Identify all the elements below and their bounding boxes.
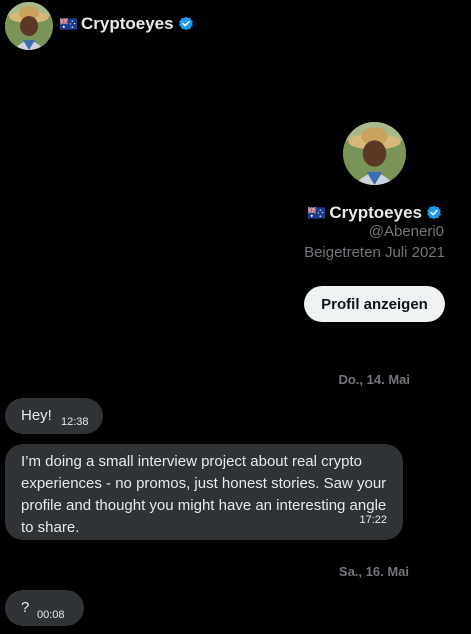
message-time: 12:38 bbox=[61, 416, 89, 428]
profile-avatar[interactable] bbox=[343, 122, 406, 185]
verified-badge-icon bbox=[426, 205, 442, 221]
profile-user-name: Cryptoeyes bbox=[308, 203, 442, 223]
view-profile-button[interactable]: Profil anzeigen bbox=[304, 286, 445, 322]
header-name-text: Cryptoeyes bbox=[81, 14, 174, 33]
message-time: 17:22 bbox=[359, 514, 387, 526]
profile-joined-date: Beigetreten Juli 2021 bbox=[304, 244, 445, 261]
message-text: I’m doing a small interview project abou… bbox=[21, 453, 387, 536]
australia-flag-icon bbox=[308, 207, 326, 219]
message-bubble[interactable]: ? 00:08 bbox=[5, 590, 84, 626]
message-time: 00:08 bbox=[37, 609, 65, 621]
profile-name-text: Cryptoeyes bbox=[329, 203, 422, 222]
profile-handle: @Abeneri0 bbox=[368, 223, 444, 240]
message-text: ? bbox=[21, 599, 30, 616]
message-bubble[interactable]: I’m doing a small interview project abou… bbox=[5, 444, 403, 540]
header-avatar[interactable] bbox=[5, 2, 53, 50]
australia-flag-icon bbox=[60, 18, 77, 30]
message-text: Hey! bbox=[21, 407, 52, 424]
date-separator: Do., 14. Mai bbox=[338, 372, 410, 387]
verified-badge-icon bbox=[178, 16, 194, 32]
date-separator: Sa., 16. Mai bbox=[338, 564, 409, 579]
header-user-name[interactable]: Cryptoeyes bbox=[60, 14, 194, 34]
message-bubble[interactable]: Hey! 12:38 bbox=[5, 398, 103, 434]
